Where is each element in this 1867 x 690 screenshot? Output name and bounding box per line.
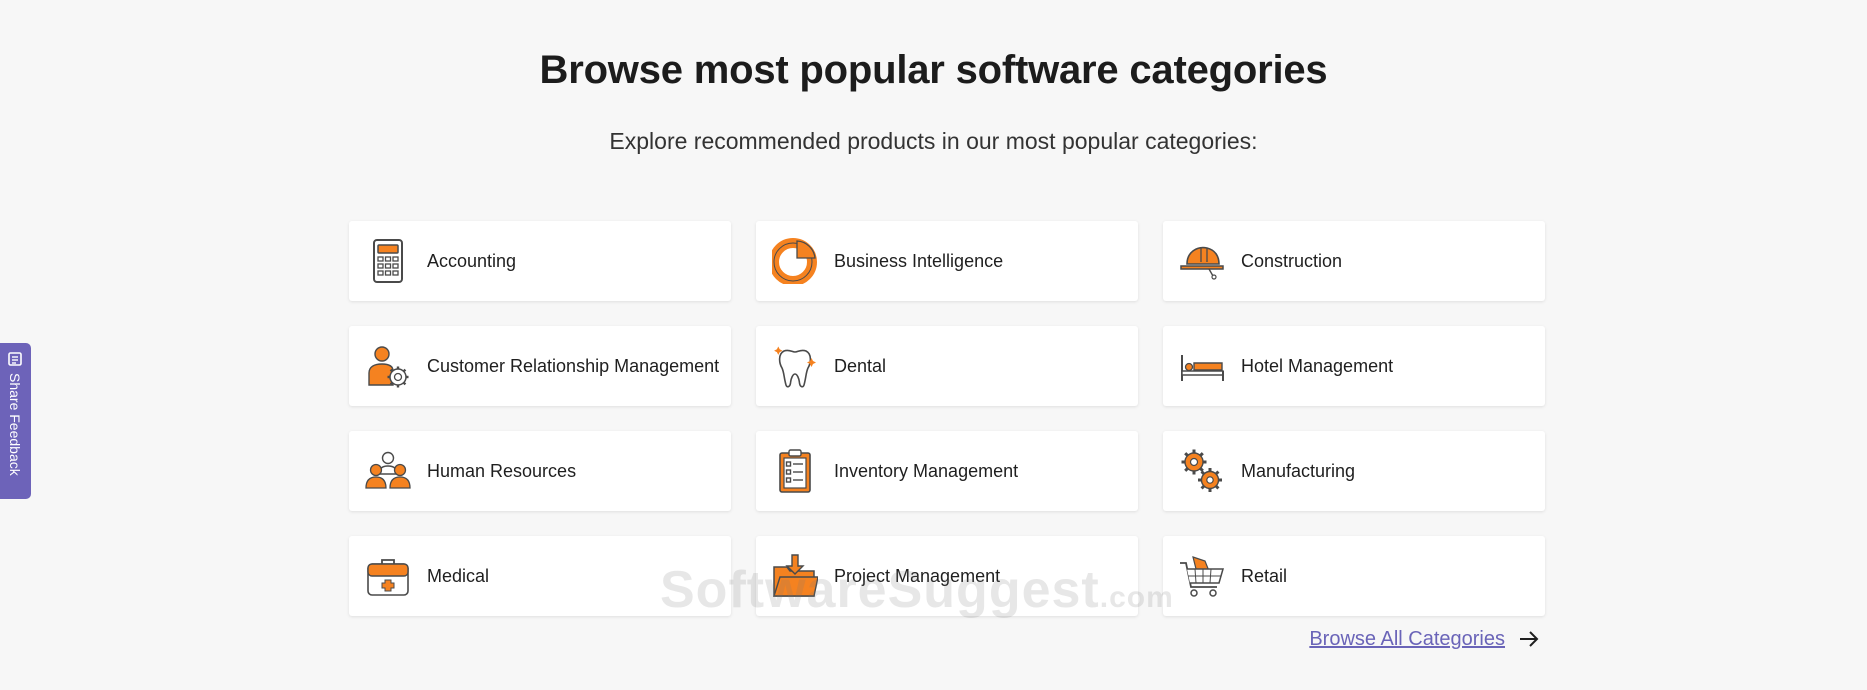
user-gear-icon [365, 343, 411, 389]
calculator-icon [365, 238, 411, 284]
category-card-crm[interactable]: Customer Relationship Management [349, 326, 731, 406]
folder-download-icon [772, 553, 818, 599]
category-label: Dental [834, 355, 887, 376]
gears-icon [1179, 448, 1225, 494]
category-grid: Accounting Business Intelligence Constru… [349, 221, 1545, 616]
page-subtitle: Explore recommended products in our most… [609, 128, 1258, 154]
category-card-project-management[interactable]: Project Management [756, 536, 1138, 616]
category-card-dental[interactable]: Dental [756, 326, 1138, 406]
feedback-list-icon [8, 352, 22, 366]
category-label: Manufacturing [1241, 460, 1356, 481]
tooth-icon [772, 343, 818, 389]
category-card-manufacturing[interactable]: Manufacturing [1163, 431, 1545, 511]
category-card-retail[interactable]: Retail [1163, 536, 1545, 616]
page-title: Browse most popular software categories [539, 48, 1328, 92]
category-label: Customer Relationship Management [427, 355, 720, 376]
category-card-medical[interactable]: Medical [349, 536, 731, 616]
clipboard-checklist-icon [772, 448, 818, 494]
category-card-human-resources[interactable]: Human Resources [349, 431, 731, 511]
medical-kit-icon [365, 553, 411, 599]
arrow-right-icon [1520, 631, 1539, 647]
category-card-construction[interactable]: Construction [1163, 221, 1545, 301]
category-label: Project Management [834, 565, 1001, 586]
share-feedback-tab[interactable]: Share Feedback [0, 343, 31, 499]
category-card-inventory-management[interactable]: Inventory Management [756, 431, 1138, 511]
category-label: Retail [1241, 565, 1288, 586]
category-label: Hotel Management [1241, 355, 1394, 376]
category-label: Medical [427, 565, 490, 586]
bed-icon [1179, 343, 1225, 389]
category-label: Inventory Management [834, 460, 1019, 481]
category-label: Construction [1241, 250, 1343, 271]
category-card-business-intelligence[interactable]: Business Intelligence [756, 221, 1138, 301]
hard-hat-icon [1179, 238, 1225, 284]
browse-all-label[interactable]: Browse All Categories [1309, 628, 1505, 651]
category-label: Business Intelligence [834, 250, 1004, 271]
share-feedback-label: Share Feedback [7, 373, 23, 476]
people-group-icon [365, 448, 411, 494]
shopping-cart-icon [1179, 553, 1225, 599]
category-label: Human Resources [427, 460, 577, 481]
pie-chart-icon [772, 238, 818, 284]
category-label: Accounting [427, 250, 517, 271]
category-card-hotel-management[interactable]: Hotel Management [1163, 326, 1545, 406]
browse-all-categories-link[interactable]: Browse All Categories [1309, 627, 1541, 651]
category-card-accounting[interactable]: Accounting [349, 221, 731, 301]
